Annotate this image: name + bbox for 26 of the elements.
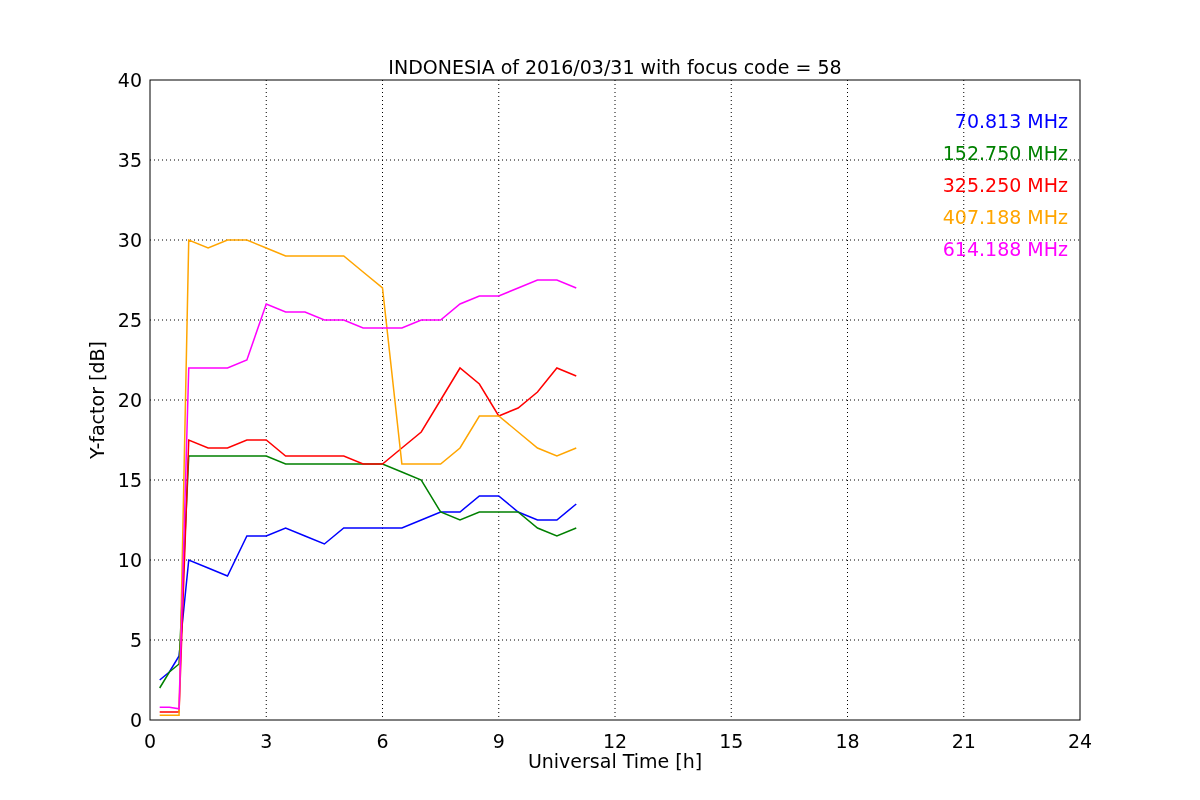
x-tick-label: 15 xyxy=(719,730,744,752)
x-tick-label: 18 xyxy=(835,730,860,752)
chart-title: INDONESIA of 2016/03/31 with focus code = 58 xyxy=(388,56,842,78)
x-tick-label: 0 xyxy=(143,730,157,752)
y-tick-label: 35 xyxy=(117,149,142,171)
x-axis-label: Universal Time [h] xyxy=(527,750,703,772)
legend-label: 614.188 MHz xyxy=(942,238,1068,260)
y-tick-label: 10 xyxy=(117,549,142,571)
x-tick-label: 9 xyxy=(492,730,505,752)
x-tick-label: 6 xyxy=(376,730,389,752)
y-tick-label: 0 xyxy=(129,709,142,731)
x-tick-label: 21 xyxy=(951,730,976,752)
y-tick-label: 30 xyxy=(117,229,142,251)
x-tick-label: 12 xyxy=(602,730,628,752)
legend-label: 152.750 MHz xyxy=(942,142,1068,164)
y-tick-label: 40 xyxy=(117,69,142,91)
y-tick-label: 15 xyxy=(117,469,142,491)
y-axis-label: Y-factor [dB] xyxy=(86,341,108,459)
x-tick-label: 3 xyxy=(260,730,273,752)
legend-label: 70.813 MHz xyxy=(954,110,1068,132)
y-tick-label: 25 xyxy=(117,309,142,331)
legend-label: 407.188 MHz xyxy=(942,206,1068,228)
x-tick-label: 24 xyxy=(1067,730,1093,752)
legend-label: 325.250 MHz xyxy=(942,174,1068,196)
y-tick-label: 20 xyxy=(117,389,142,411)
y-tick-label: 5 xyxy=(129,629,142,651)
